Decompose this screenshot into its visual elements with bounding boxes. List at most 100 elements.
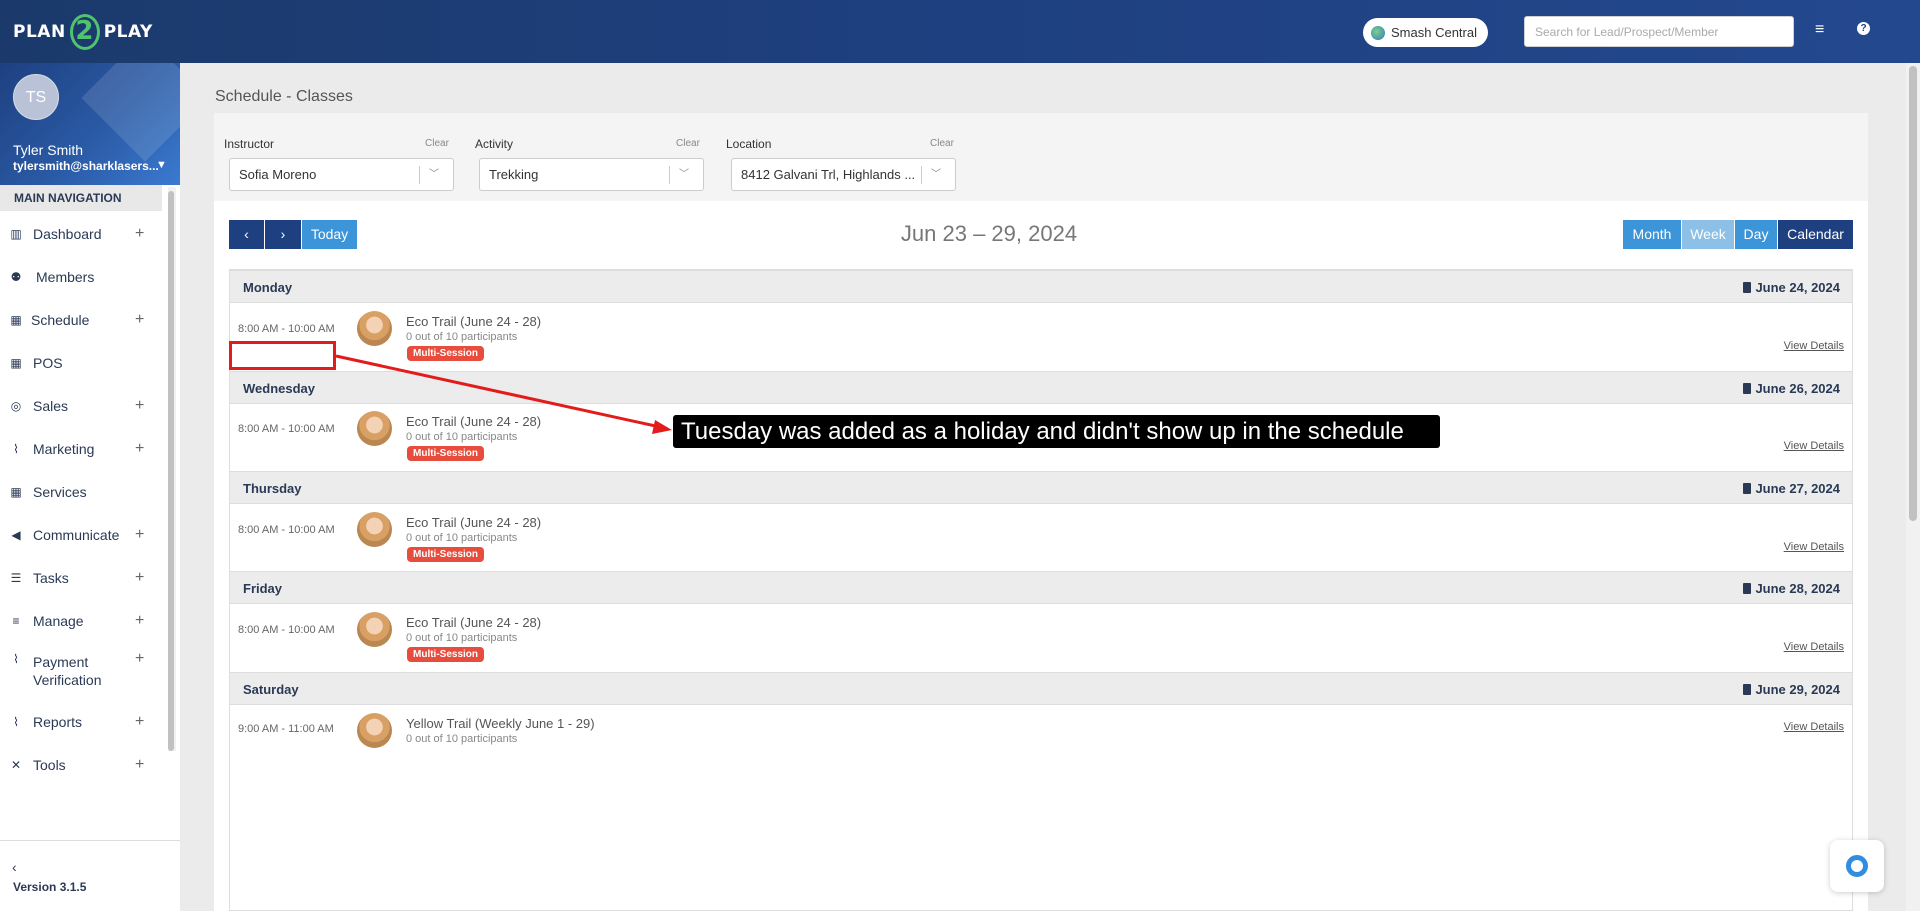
list-item[interactable]: 8:00 AM - 10:00 AM Eco Trail (June 24 - … bbox=[230, 505, 1852, 572]
activity-label: Activity bbox=[475, 137, 514, 151]
day-date-text: June 28, 2024 bbox=[1755, 581, 1840, 596]
collapse-sidebar-icon[interactable]: ‹ bbox=[12, 859, 17, 875]
sidebar-item-members[interactable]: ⚉ Members bbox=[0, 255, 162, 298]
event-name: Eco Trail (June 24 - 28) bbox=[406, 314, 542, 329]
plus-icon[interactable]: + bbox=[135, 569, 144, 587]
plus-icon[interactable]: + bbox=[135, 526, 144, 544]
chevron-down-icon: ﹀ bbox=[679, 169, 689, 180]
sidebar-scrollbar-thumb[interactable] bbox=[168, 191, 174, 751]
app-logo[interactable]: PLAN 2 PLAY bbox=[13, 14, 153, 50]
sidebar-item-label: Payment Verification bbox=[33, 653, 101, 689]
sidebar-item-tasks[interactable]: ☰ Tasks + bbox=[0, 556, 162, 599]
sidebar-item-pos[interactable]: ▦ POS bbox=[0, 341, 162, 384]
sidebar-item-reports[interactable]: ⌇ Reports + bbox=[0, 700, 162, 743]
day-name: Saturday bbox=[243, 682, 299, 697]
sidebar-item-schedule[interactable]: ▦ Schedule + bbox=[0, 298, 162, 341]
trash-icon[interactable] bbox=[1743, 282, 1752, 293]
question-icon[interactable]: ? bbox=[1857, 22, 1870, 35]
month-view-button[interactable]: Month bbox=[1623, 220, 1681, 249]
trash-icon[interactable] bbox=[1743, 583, 1752, 594]
plus-icon[interactable]: + bbox=[135, 756, 144, 774]
sidebar-item-label: Members bbox=[36, 268, 95, 285]
club-name: Smash Central bbox=[1391, 25, 1477, 40]
plus-icon[interactable]: + bbox=[135, 397, 144, 415]
list-icon: ☰ bbox=[10, 570, 22, 585]
sidebar-item-label: Reports bbox=[33, 713, 83, 730]
sidebar-item-manage[interactable]: ≡ Manage + bbox=[0, 599, 162, 642]
plus-icon[interactable]: + bbox=[135, 225, 144, 243]
view-details-link[interactable]: View Details bbox=[1784, 541, 1844, 553]
day-view-button[interactable]: Day bbox=[1735, 220, 1777, 249]
view-details-link[interactable]: View Details bbox=[1784, 721, 1844, 733]
bars-icon: ≡ bbox=[12, 613, 20, 628]
trash-icon[interactable] bbox=[1743, 483, 1752, 494]
sidebar-item-label-line1: Payment bbox=[33, 654, 89, 670]
sidebar-footer: ‹ Version 3.1.5 bbox=[0, 840, 180, 911]
instructor-photo bbox=[357, 411, 392, 446]
day-date-text: June 24, 2024 bbox=[1755, 280, 1840, 295]
event-time: 8:00 AM - 10:00 AM bbox=[238, 423, 335, 435]
plus-icon[interactable]: + bbox=[135, 612, 144, 630]
page-scrollbar-thumb[interactable] bbox=[1909, 66, 1917, 521]
calendar-icon: ▦ bbox=[10, 312, 22, 327]
day-date-text: June 26, 2024 bbox=[1755, 381, 1840, 396]
sidebar-item-services[interactable]: ▦ Services bbox=[0, 470, 162, 513]
list-item[interactable]: 8:00 AM - 10:00 AM Eco Trail (June 24 - … bbox=[230, 605, 1852, 672]
calendar-view-button[interactable]: Calendar bbox=[1778, 220, 1853, 249]
plus-icon[interactable]: + bbox=[135, 650, 144, 668]
sidebar-item-communicate[interactable]: ◀ Communicate + bbox=[0, 513, 162, 556]
plus-icon[interactable]: + bbox=[135, 440, 144, 458]
day-date: June 28, 2024 bbox=[1743, 581, 1840, 596]
support-button[interactable] bbox=[1830, 840, 1884, 892]
event-time: 9:00 AM - 11:00 AM bbox=[238, 723, 334, 735]
trash-icon[interactable] bbox=[1743, 684, 1752, 695]
users-icon: ⚉ bbox=[10, 269, 22, 284]
location-clear-link[interactable]: Clear bbox=[930, 138, 954, 149]
event-time: 8:00 AM - 10:00 AM bbox=[238, 323, 335, 335]
view-details-link[interactable]: View Details bbox=[1784, 641, 1844, 653]
view-details-link[interactable]: View Details bbox=[1784, 340, 1844, 352]
day-date-text: June 29, 2024 bbox=[1755, 682, 1840, 697]
sidebar-item-label: Tasks bbox=[33, 569, 69, 586]
sidebar-item-tools[interactable]: ✕ Tools + bbox=[0, 743, 162, 786]
list-item[interactable]: 8:00 AM - 10:00 AM Eco Trail (June 24 - … bbox=[230, 304, 1852, 371]
instructor-select[interactable]: Sofia Moreno ﹀ bbox=[229, 158, 454, 191]
sidebar-item-dashboard[interactable]: ▥ Dashboard + bbox=[0, 212, 162, 255]
club-selector[interactable]: Smash Central bbox=[1363, 18, 1488, 47]
status-badge: Multi-Session bbox=[407, 346, 485, 361]
view-details-link[interactable]: View Details bbox=[1784, 440, 1844, 452]
location-value: 8412 Galvani Trl, Highlands ... bbox=[741, 167, 916, 182]
annotation-callout: Tuesday was added as a holiday and didn'… bbox=[673, 415, 1440, 448]
day-header: Thursday June 27, 2024 bbox=[230, 471, 1852, 504]
week-view-button[interactable]: Week bbox=[1682, 220, 1734, 249]
location-select[interactable]: 8412 Galvani Trl, Highlands ... ﹀ bbox=[731, 158, 956, 191]
search-input[interactable] bbox=[1524, 16, 1794, 47]
user-name: Tyler Smith bbox=[13, 142, 84, 158]
activity-clear-link[interactable]: Clear bbox=[676, 138, 700, 149]
trash-icon[interactable] bbox=[1743, 383, 1752, 394]
plus-icon[interactable]: + bbox=[135, 713, 144, 731]
sidebar-item-payment-verification[interactable]: ⌇ Payment Verification + bbox=[0, 642, 162, 700]
sidebar-item-label: Manage bbox=[33, 612, 84, 629]
tools-icon: ✕ bbox=[10, 757, 22, 772]
avatar[interactable]: TS bbox=[13, 74, 59, 120]
instructor-label: Instructor bbox=[224, 137, 275, 151]
nav-header: MAIN NAVIGATION bbox=[0, 185, 162, 211]
chevron-down-icon[interactable]: ▼ bbox=[156, 159, 167, 171]
event-name: Eco Trail (June 24 - 28) bbox=[406, 414, 542, 429]
top-header: PLAN 2 PLAY Smash Central ≡ ? bbox=[0, 0, 1920, 63]
instructor-clear-link[interactable]: Clear bbox=[425, 138, 449, 149]
megaphone-icon: ◀ bbox=[11, 527, 21, 542]
activity-select[interactable]: Trekking ﹀ bbox=[479, 158, 704, 191]
plus-icon[interactable]: + bbox=[135, 311, 144, 329]
status-badge: Multi-Session bbox=[407, 446, 485, 461]
chevron-down-icon: ﹀ bbox=[429, 169, 439, 180]
list-item[interactable]: 9:00 AM - 11:00 AM Yellow Trail (Weekly … bbox=[230, 706, 1852, 773]
sidebar-item-marketing[interactable]: ⌇ Marketing + bbox=[0, 427, 162, 470]
status-badge: Multi-Session bbox=[407, 547, 485, 562]
event-participants: 0 out of 10 participants bbox=[406, 532, 518, 544]
day-date: June 27, 2024 bbox=[1743, 481, 1840, 496]
hamburger-icon[interactable]: ≡ bbox=[1815, 21, 1831, 41]
sidebar-item-sales[interactable]: ◎ Sales + bbox=[0, 384, 162, 427]
grid-icon: ▦ bbox=[10, 484, 22, 499]
